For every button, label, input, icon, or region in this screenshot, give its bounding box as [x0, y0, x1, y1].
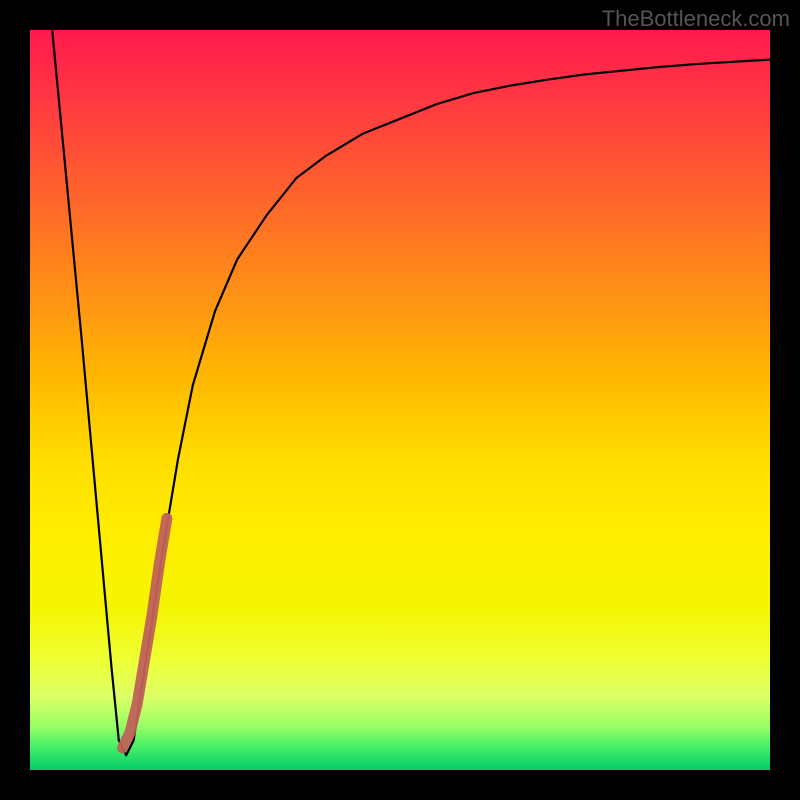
chart-plot-area: [30, 30, 770, 770]
chart-svg: [30, 30, 770, 770]
main-curve: [52, 30, 770, 755]
watermark-text: TheBottleneck.com: [602, 6, 790, 32]
highlight-segment: [123, 518, 167, 747]
